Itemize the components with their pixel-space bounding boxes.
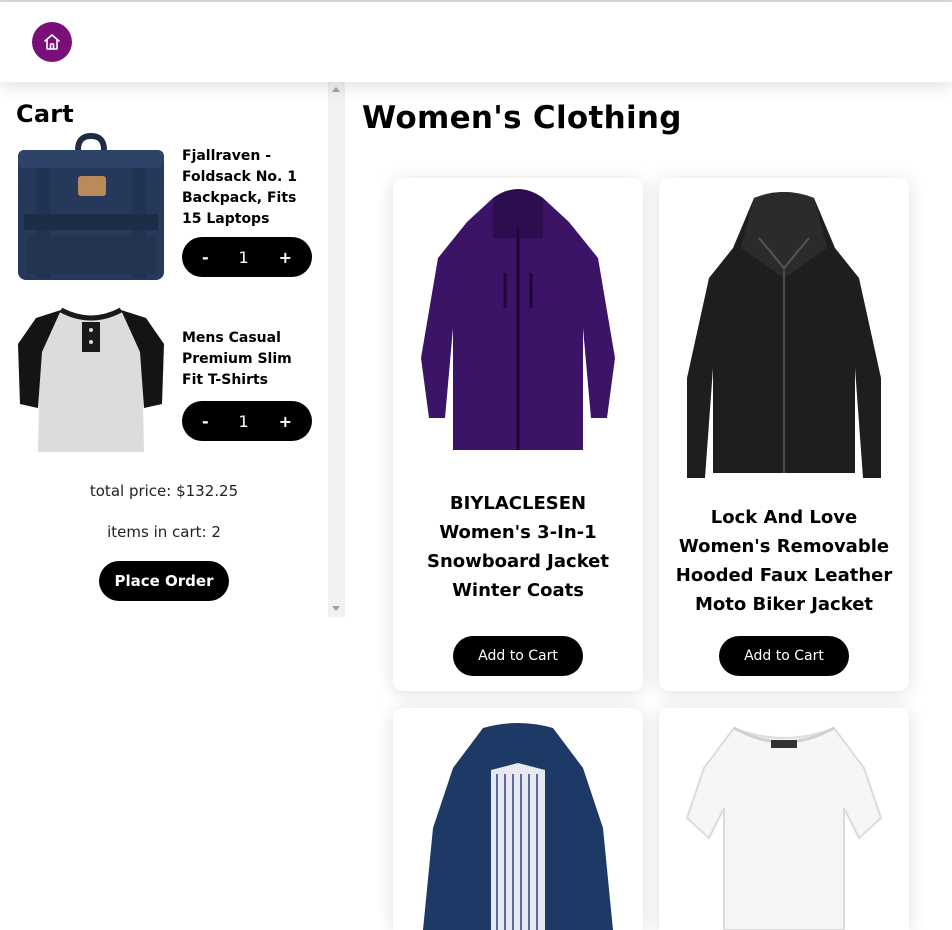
quantity-stepper: - 1 + — [182, 237, 312, 277]
product-title: BIYLACLESEN Women's 3-In-1 Snowboard Jac… — [426, 493, 609, 601]
quantity-value: 1 — [238, 247, 249, 267]
place-order-button[interactable]: Place Order — [99, 561, 229, 601]
product-card — [393, 708, 643, 930]
scroll-up-arrow[interactable] — [332, 87, 340, 92]
cart-scrollbar[interactable] — [328, 82, 345, 617]
product-card: Lock And Love Women's Removable Hooded F… — [659, 178, 909, 691]
cart-item: Mens Casual Premium Slim Fit T-Shirts - … — [16, 304, 316, 456]
quantity-stepper: - 1 + — [182, 401, 312, 441]
white-top-image — [685, 726, 883, 930]
decrement-button[interactable]: - — [202, 412, 209, 431]
tshirt-image — [18, 307, 164, 452]
scroll-down-arrow[interactable] — [332, 606, 340, 611]
purple-jacket-image — [421, 189, 615, 450]
cart-title: Cart — [16, 100, 74, 128]
quantity-value: 1 — [238, 411, 249, 431]
product-title: Lock And Love Women's Removable Hooded F… — [675, 507, 893, 615]
product-card: BIYLACLESEN Women's 3-In-1 Snowboard Jac… — [393, 178, 643, 691]
page-title: Women's Clothing — [362, 100, 682, 136]
backpack-image — [18, 132, 164, 280]
cart-item: Fjallraven - Foldsack No. 1 Backpack, Fi… — [16, 132, 316, 284]
product-card — [659, 708, 909, 930]
home-button[interactable] — [32, 22, 72, 62]
home-icon — [44, 34, 60, 50]
header — [0, 2, 952, 82]
cart-item-name: Mens Casual Premium Slim Fit T-Shirts — [182, 330, 292, 388]
total-price: total price: $132.25 — [89, 482, 239, 500]
leather-jacket-image — [687, 192, 881, 478]
increment-button[interactable]: + — [279, 248, 292, 267]
items-count: items in cart: 2 — [107, 523, 221, 541]
add-to-cart-button[interactable]: Add to Cart — [719, 636, 849, 676]
cart-item-name: Fjallraven - Foldsack No. 1 Backpack, Fi… — [182, 148, 297, 227]
navy-jacket-image — [423, 723, 613, 930]
decrement-button[interactable]: - — [202, 248, 209, 267]
cart-sidebar: Cart Fjallraven - Foldsack No. 1 Backpac… — [0, 82, 328, 617]
increment-button[interactable]: + — [279, 412, 292, 431]
add-to-cart-button[interactable]: Add to Cart — [453, 636, 583, 676]
